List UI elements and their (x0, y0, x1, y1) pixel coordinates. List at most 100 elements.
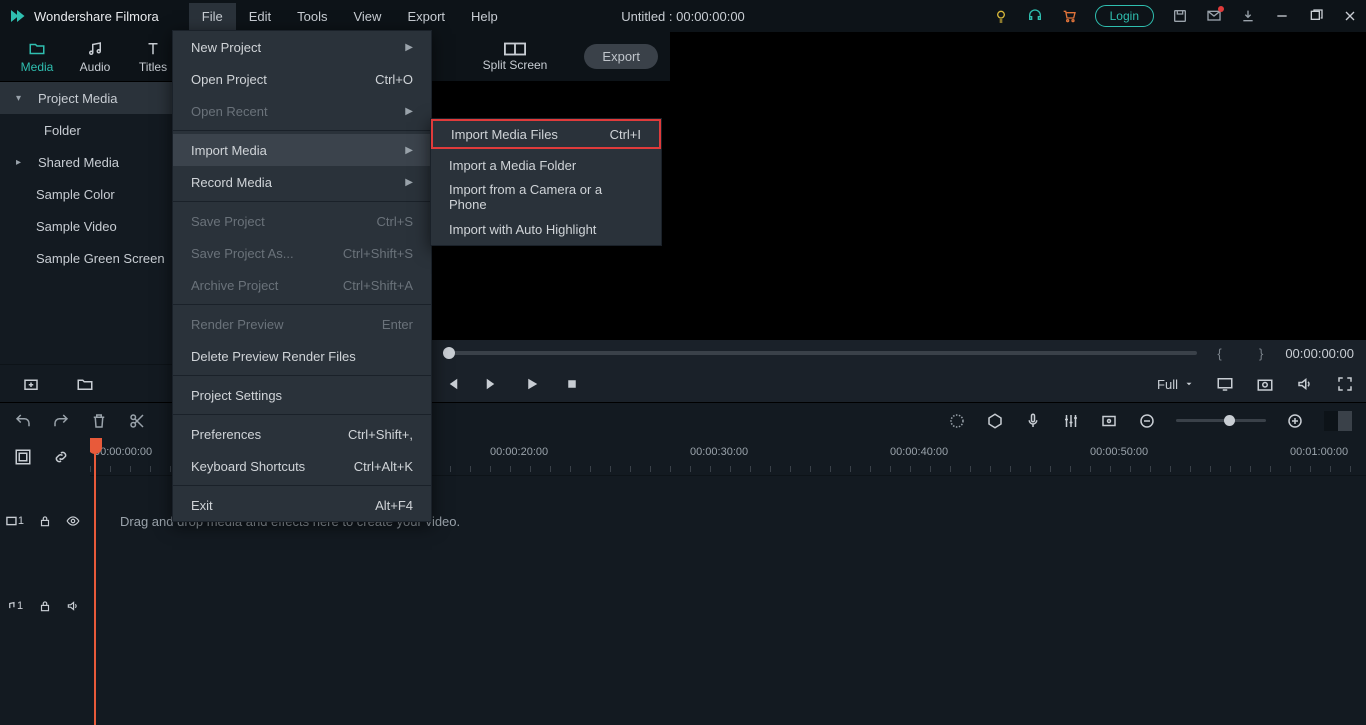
menu-help[interactable]: Help (458, 3, 511, 30)
lib-project-media[interactable]: ▾Project Media (0, 82, 174, 114)
submenu-import-folder[interactable]: Import a Media Folder (431, 149, 661, 181)
menu-exit[interactable]: ExitAlt+F4 (173, 489, 431, 521)
folder-icon[interactable] (76, 375, 94, 393)
ruler-tick: 00:00:50:00 (1090, 446, 1148, 458)
headset-icon[interactable] (1027, 8, 1043, 24)
app-name: Wondershare Filmora (34, 9, 159, 24)
submenu-import-files[interactable]: Import Media FilesCtrl+I (431, 119, 661, 149)
eye-icon[interactable] (66, 514, 80, 528)
ruler-tick: 00:00:20:00 (490, 446, 548, 458)
playhead[interactable] (94, 438, 96, 725)
library-sidebar: ▾Project Media Folder ▸Shared Media Samp… (0, 82, 174, 402)
marker-icon[interactable] (986, 412, 1004, 430)
view-toggle[interactable] (1324, 411, 1352, 431)
new-folder-icon[interactable] (22, 375, 40, 393)
lock-icon[interactable] (38, 514, 52, 528)
track-manager-icon[interactable] (14, 448, 32, 466)
menu-open-recent[interactable]: Open Recent▶ (173, 95, 431, 127)
lock-icon[interactable] (38, 599, 52, 613)
menu-new-project[interactable]: New Project▶ (173, 31, 431, 63)
menu-save-project[interactable]: Save ProjectCtrl+S (173, 205, 431, 237)
quality-select[interactable]: Full (1157, 377, 1194, 392)
volume-icon[interactable] (1296, 375, 1314, 393)
message-icon[interactable] (1206, 8, 1222, 24)
volume-icon[interactable] (66, 599, 80, 613)
app-logo-icon (8, 7, 26, 25)
file-dropdown-menu: New Project▶ Open ProjectCtrl+O Open Rec… (172, 30, 432, 522)
tab-audio-label: Audio (80, 60, 111, 74)
lib-sample-color[interactable]: Sample Color (0, 178, 174, 210)
fullscreen-icon[interactable] (1336, 375, 1354, 393)
preview-timecode: 00:00:00:00 (1285, 346, 1354, 361)
stop-icon[interactable] (563, 375, 581, 393)
maximize-icon[interactable] (1308, 8, 1324, 24)
submenu-import-camera[interactable]: Import from a Camera or a Phone (431, 181, 661, 213)
idea-icon[interactable] (993, 8, 1009, 24)
step-fwd-icon[interactable] (483, 375, 501, 393)
snapshot-icon[interactable] (1256, 375, 1274, 393)
display-icon[interactable] (1216, 375, 1234, 393)
title-bar: Wondershare Filmora File Edit Tools View… (0, 0, 1366, 32)
tab-media-label: Media (21, 60, 54, 74)
in-out-brackets: { } (1217, 346, 1273, 361)
frame-icon[interactable] (1100, 412, 1118, 430)
menu-preferences[interactable]: PreferencesCtrl+Shift+, (173, 418, 431, 450)
zoom-in-icon[interactable] (1286, 412, 1304, 430)
project-title: Untitled : 00:00:00:00 (621, 9, 745, 24)
mixer-icon[interactable] (1062, 412, 1080, 430)
voiceover-icon[interactable] (1024, 412, 1042, 430)
lib-shared-media[interactable]: ▸Shared Media (0, 146, 174, 178)
cut-icon[interactable] (128, 412, 146, 430)
export-button[interactable]: Export (584, 44, 658, 69)
menubar: File Edit Tools View Export Help (189, 3, 511, 30)
menu-save-as[interactable]: Save Project As...Ctrl+Shift+S (173, 237, 431, 269)
preview-scrubber[interactable] (443, 351, 1197, 355)
audio-track-label: 1 (6, 600, 24, 612)
menu-import-media[interactable]: Import Media▶ (173, 134, 431, 166)
step-back-icon[interactable] (443, 375, 461, 393)
cart-icon[interactable] (1061, 8, 1077, 24)
tab-titles-label: Titles (139, 60, 167, 74)
tab-split-screen[interactable]: Split Screen (462, 42, 568, 72)
zoom-slider[interactable] (1176, 419, 1266, 422)
ruler-tick: 00:01:00:00 (1290, 446, 1348, 458)
zoom-out-icon[interactable] (1138, 412, 1156, 430)
audio-track[interactable] (90, 566, 1366, 646)
lib-sample-green[interactable]: Sample Green Screen (0, 242, 174, 274)
tab-audio[interactable]: Audio (66, 40, 124, 74)
menu-tools[interactable]: Tools (284, 3, 340, 30)
undo-icon[interactable] (14, 412, 32, 430)
submenu-import-auto[interactable]: Import with Auto Highlight (431, 213, 661, 245)
import-submenu: Import Media FilesCtrl+I Import a Media … (430, 118, 662, 246)
link-icon[interactable] (52, 448, 70, 466)
save-icon[interactable] (1172, 8, 1188, 24)
delete-icon[interactable] (90, 412, 108, 430)
play-icon[interactable] (523, 375, 541, 393)
render-icon[interactable] (948, 412, 966, 430)
lib-sample-video[interactable]: Sample Video (0, 210, 174, 242)
menu-file[interactable]: File (189, 3, 236, 30)
menu-edit[interactable]: Edit (236, 3, 284, 30)
menu-export[interactable]: Export (394, 3, 458, 30)
minimize-icon[interactable] (1274, 8, 1290, 24)
menu-project-settings[interactable]: Project Settings (173, 379, 431, 411)
menu-view[interactable]: View (340, 3, 394, 30)
menu-archive[interactable]: Archive ProjectCtrl+Shift+A (173, 269, 431, 301)
lib-folder[interactable]: Folder (0, 114, 174, 146)
ruler-tick: 00:00:00:00 (94, 446, 152, 458)
login-button[interactable]: Login (1095, 5, 1154, 27)
video-track-label: 1 (6, 515, 24, 527)
tab-split-label: Split Screen (483, 58, 548, 72)
menu-render-preview[interactable]: Render PreviewEnter (173, 308, 431, 340)
track-headers: 1 1 (0, 438, 90, 725)
ruler-tick: 00:00:30:00 (690, 446, 748, 458)
close-icon[interactable] (1342, 8, 1358, 24)
menu-record-media[interactable]: Record Media▶ (173, 166, 431, 198)
tab-media[interactable]: Media (8, 40, 66, 74)
ruler-tick: 00:00:40:00 (890, 446, 948, 458)
menu-shortcuts[interactable]: Keyboard ShortcutsCtrl+Alt+K (173, 450, 431, 482)
redo-icon[interactable] (52, 412, 70, 430)
menu-open-project[interactable]: Open ProjectCtrl+O (173, 63, 431, 95)
download-icon[interactable] (1240, 8, 1256, 24)
menu-delete-render[interactable]: Delete Preview Render Files (173, 340, 431, 372)
